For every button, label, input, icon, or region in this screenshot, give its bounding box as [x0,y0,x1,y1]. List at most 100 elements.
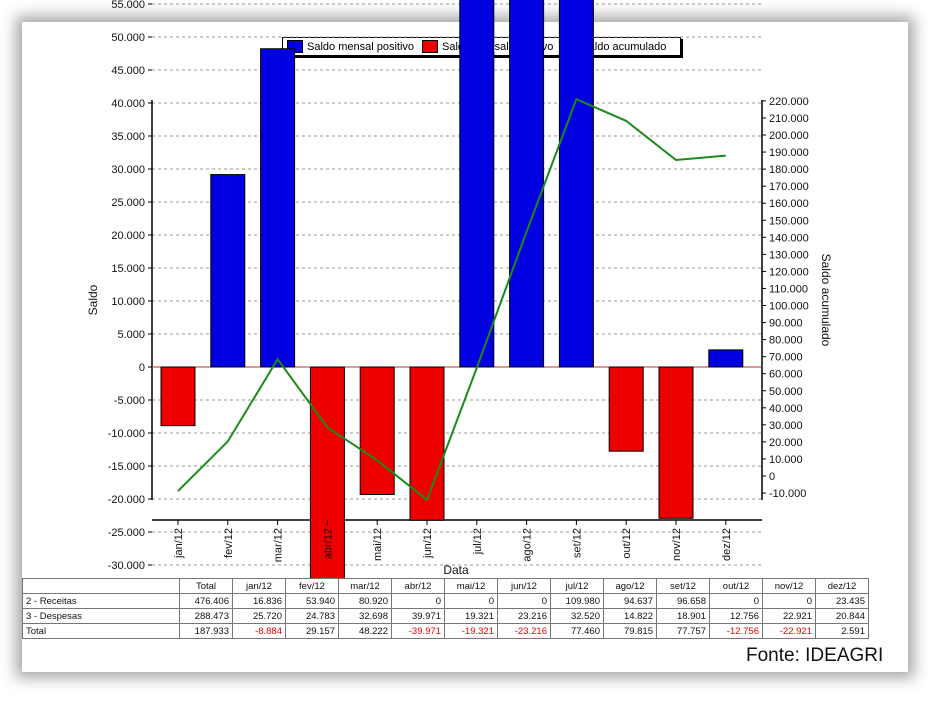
y2-tick-label: 110.000 [769,283,808,295]
x-tick-label: jan/12 [173,528,185,559]
table-cell: -19.321 [444,623,498,639]
y2-tick-label: 0 [769,471,775,483]
table-cell: 16.836 [232,593,286,609]
table-cell: 77.460 [550,623,604,639]
table-cell: 32.520 [550,608,604,624]
bar [210,174,246,368]
table-cell: 12.756 [709,608,763,624]
bar [558,0,594,368]
y-tick-label: -15.000 [108,461,145,473]
bar [608,366,644,452]
table-cell: 476.406 [179,593,233,609]
y-tick-label: 50.000 [111,32,145,44]
y-tick-label: 0 [139,362,145,374]
y-tick-label: 30.000 [111,164,145,176]
bar [509,0,545,368]
y2-tick-label: 60.000 [769,369,803,381]
table-cell: 20.844 [815,608,869,624]
table-header-cell: dez/12 [815,578,869,594]
y2-tick-label: -10.000 [769,488,806,500]
y2-tick-label: 170.000 [769,181,809,193]
y2-tick-label: 100.000 [769,301,809,313]
bar [359,366,395,496]
bar [708,349,744,368]
y-tick-label: -30.000 [108,560,145,572]
x-tick-label: ago/12 [522,528,534,562]
bar [658,366,694,519]
y2-tick-label: 40.000 [769,403,803,415]
table-row-label: Total [22,623,180,639]
table-cell: 0 [497,593,551,609]
y2-tick-label: 210.000 [769,113,809,125]
y-tick-label: 35.000 [111,131,145,143]
table-cell: 109.980 [550,593,604,609]
table-header-cell: set/12 [656,578,710,594]
table-cell: 96.658 [656,593,710,609]
table-cell: 23.216 [497,608,551,624]
y2-tick-label: 220.000 [769,96,809,108]
y2-tick-label: 130.000 [769,249,809,261]
y-tick-label: 25.000 [111,197,145,209]
table-cell: 39.971 [391,608,445,624]
y2-tick-label: 180.000 [769,164,809,176]
table-header-cell: abr/12 [391,578,445,594]
y-tick-label: 20.000 [111,230,145,242]
y2-tick-label: 190.000 [769,147,809,159]
table-header-cell: nov/12 [762,578,816,594]
table-cell: 2.591 [815,623,869,639]
table-header-cell: jul/12 [550,578,604,594]
y-tick-label: -25.000 [108,527,145,539]
y2-tick-label: 150.000 [769,215,809,227]
x-tick-label: nov/12 [671,528,683,561]
x-tick-label: dez/12 [721,528,733,561]
table-cell: -39.971 [391,623,445,639]
x-tick-label: out/12 [621,528,633,559]
x-axis-label: Data [443,563,469,577]
y2-tick-label: 160.000 [769,198,809,210]
y2-tick-label: 50.000 [769,386,803,398]
y-tick-label: 55.000 [111,0,145,11]
bar [160,366,196,427]
table-cell: 48.222 [338,623,392,639]
table-cell: 24.783 [285,608,339,624]
table-cell: 53.940 [285,593,339,609]
table-cell: -12.756 [709,623,763,639]
table-header-cell: jun/12 [497,578,551,594]
table-row: Total 187.933 -8.884 29.157 48.222 -39.971 -19… [22,623,869,639]
x-tick-label: abr/12 [322,528,334,559]
table-cell: 77.757 [656,623,710,639]
y2-tick-label: 140.000 [769,232,809,244]
x-tick-label: set/12 [571,528,583,558]
y-tick-label: 15.000 [111,263,145,275]
table-header-cell: mar/12 [338,578,392,594]
y2-tick-label: 20.000 [769,437,803,449]
y2-tick-label: 80.000 [769,335,803,347]
table-cell: 14.822 [603,608,657,624]
x-tick-label: jun/12 [422,528,434,559]
table-header-cell: out/12 [709,578,763,594]
chart-plot: 75.00070.00065.00060.00055.00050.00045.0… [86,0,833,578]
table-cell: 29.157 [285,623,339,639]
table-cell: 187.933 [179,623,233,639]
table-cell: 94.637 [603,593,657,609]
table-cell: 0 [444,593,498,609]
table-cell: 32.698 [338,608,392,624]
table-cell: 19.321 [444,608,498,624]
table-cell: 79.815 [603,623,657,639]
x-tick-label: fev/12 [223,528,235,558]
table-cell: 25.720 [232,608,286,624]
table-row: 3 - Despesas 288.473 25.720 24.783 32.698 39.… [22,608,869,624]
table-row-label: 2 - Receitas [22,593,180,609]
y2-tick-label: 200.000 [769,130,809,142]
data-table: Total jan/12 fev/12 mar/12 abr/12 mai/12 jun/1… [22,578,869,639]
y-tick-label: 10.000 [111,296,145,308]
y2-tick-label: 90.000 [769,318,803,330]
table-cell: -23.216 [497,623,551,639]
y-tick-label: -5.000 [114,395,145,407]
table-cell: 80.920 [338,593,392,609]
y-tick-label: -20.000 [108,494,145,506]
table-cell: 23.435 [815,593,869,609]
table-cell: 22.921 [762,608,816,624]
y-tick-label: 45.000 [111,65,145,77]
table-header-cell: ago/12 [603,578,657,594]
